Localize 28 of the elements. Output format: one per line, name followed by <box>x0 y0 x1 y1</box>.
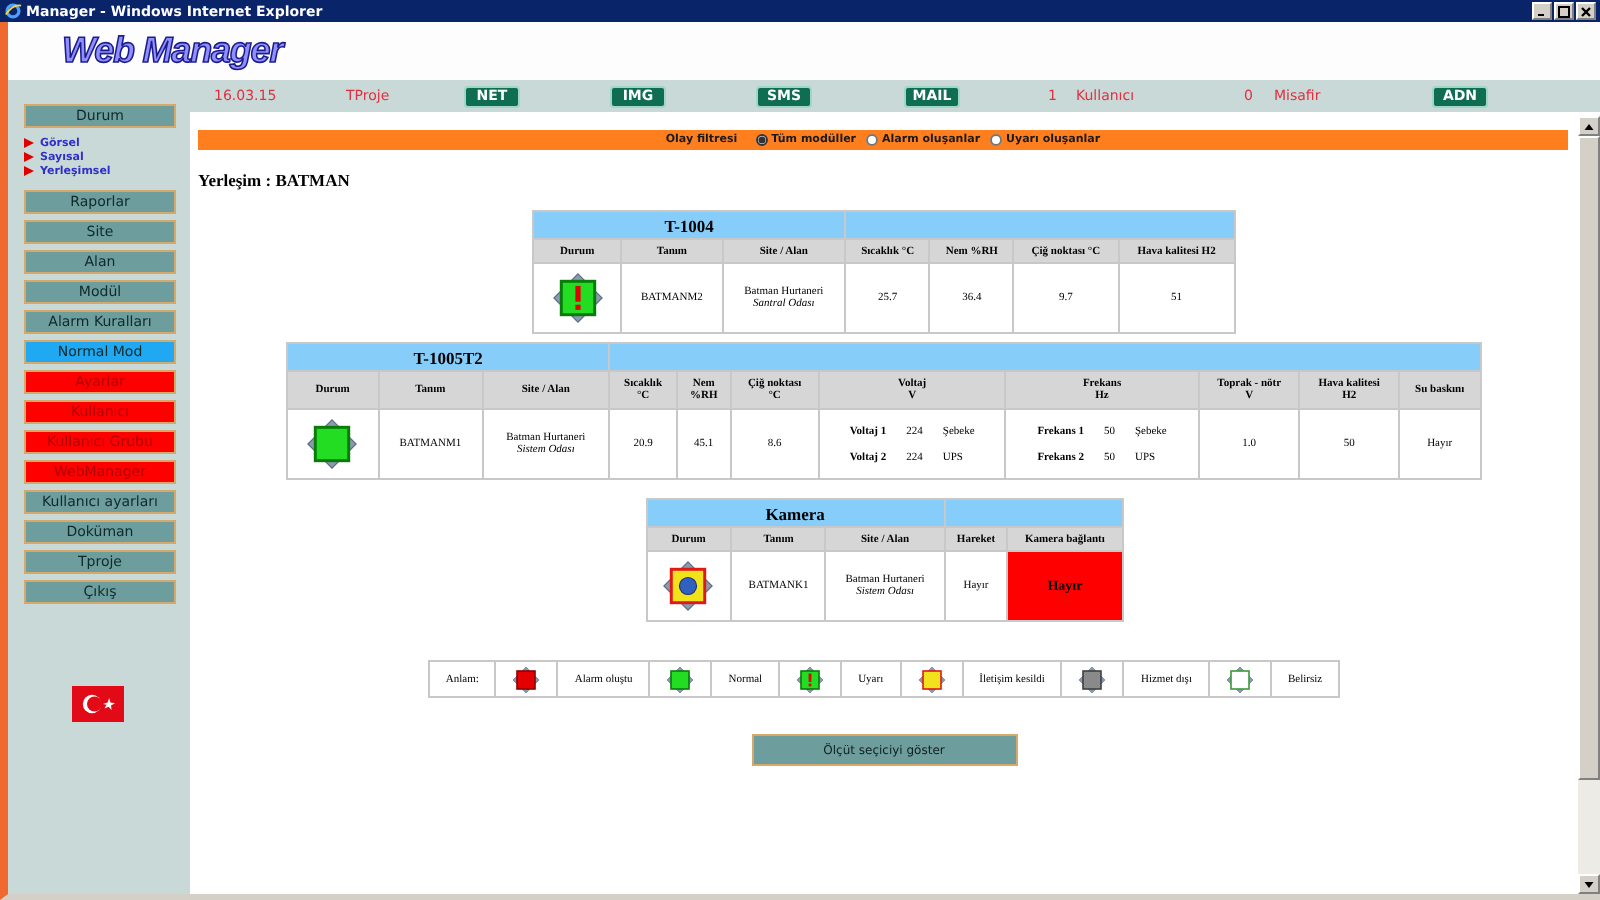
module-title: Kamera <box>647 500 944 526</box>
close-icon <box>1580 5 1592 17</box>
status-icon <box>306 418 359 470</box>
maximize-icon <box>1558 5 1570 17</box>
logo: Web Manager <box>62 30 283 72</box>
radio-button[interactable] <box>755 134 768 146</box>
module-title: T-1005T2 <box>288 344 609 370</box>
minimize-button[interactable] <box>1532 2 1552 20</box>
browser-icon <box>4 2 22 20</box>
status-icon <box>796 665 825 693</box>
status-icon <box>551 272 604 324</box>
status-icon <box>1078 665 1107 693</box>
status-icon <box>512 665 541 693</box>
scroll-up-button[interactable] <box>1578 116 1600 136</box>
down-arrow-icon <box>1584 881 1594 887</box>
location-heading: Yerleşim : BATMAN <box>198 170 350 190</box>
status-icon <box>666 665 695 693</box>
flag-icon <box>72 686 124 722</box>
scrollbar-thumb[interactable] <box>1578 136 1600 780</box>
status-icon <box>917 665 946 693</box>
up-arrow-icon <box>1584 123 1594 129</box>
maximize-button[interactable] <box>1554 2 1574 20</box>
radio-button[interactable] <box>866 134 879 146</box>
status-icon <box>662 560 715 612</box>
close-button[interactable] <box>1576 2 1596 20</box>
scroll-down-button[interactable] <box>1578 874 1600 894</box>
module-title: T-1004 <box>534 212 845 238</box>
radio-button[interactable] <box>990 134 1003 146</box>
